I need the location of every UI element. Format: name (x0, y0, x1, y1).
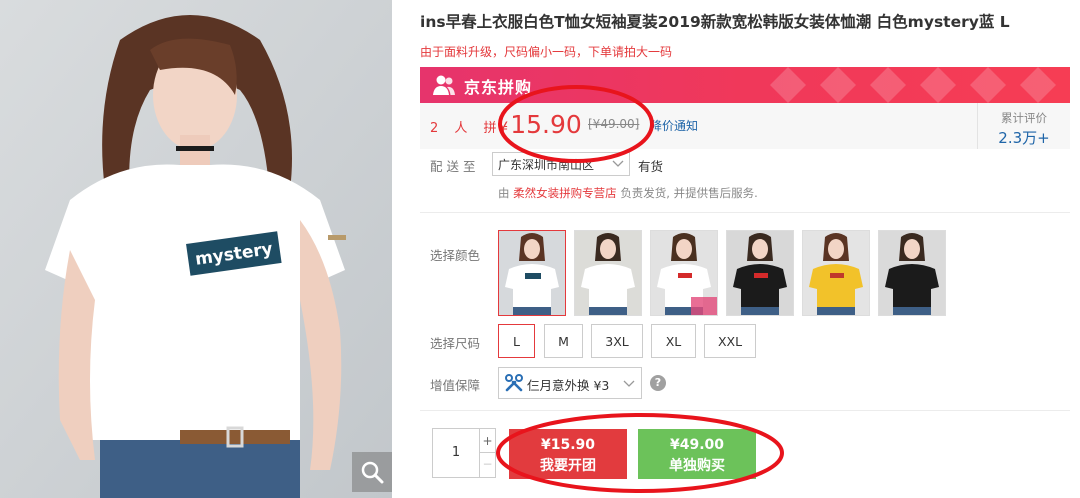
quantity-stepper: 1 + − (432, 428, 496, 478)
size-option-3xl[interactable]: 3XL (591, 324, 643, 358)
shop-suffix: 负责发货, 并提供售后服务. (620, 186, 758, 200)
wrench-icon (505, 374, 523, 392)
jd-pingou-banner: 京东拼购 (420, 67, 1070, 103)
quantity-minus-button[interactable]: − (479, 453, 495, 477)
single-buy-price: ¥49.00 (669, 437, 725, 453)
color-label: 选择颜色 (430, 248, 481, 263)
size-option-m[interactable]: M (544, 324, 583, 358)
chevron-down-icon (623, 380, 635, 387)
price-drop-notice-link[interactable]: 降价通知 (650, 117, 698, 134)
size-option-l[interactable]: L (498, 324, 535, 358)
single-buy-label: 单独购买 (669, 458, 725, 474)
product-main-image[interactable]: mystery (0, 0, 392, 498)
currency-symbol: ¥ (498, 118, 509, 137)
product-subtitle: 由于面料升级，尺码偏小一码，下单请拍大一码 (420, 45, 673, 59)
delivery-location-select[interactable]: 广东深圳市南山区 (492, 152, 630, 176)
delivery-location: 广东深圳市南山区 (498, 158, 595, 172)
banner-pattern (770, 67, 1056, 103)
price-row: 2 人 拼 ¥15.90 [¥49.00] 降价通知 累计评价 2.3万+ (420, 103, 1070, 149)
size-option-xxl[interactable]: XXL (704, 324, 756, 358)
review-summary[interactable]: 累计评价 2.3万+ (977, 103, 1070, 149)
group-price-value: 15.90 (510, 110, 582, 139)
divider (420, 410, 1070, 411)
color-option-black-red[interactable] (726, 230, 794, 316)
color-option-yellow[interactable] (802, 230, 870, 316)
help-icon[interactable]: ? (650, 375, 666, 391)
review-label: 累计评价 (1001, 111, 1047, 125)
color-option-black[interactable] (878, 230, 946, 316)
quantity-input[interactable]: 1 (433, 429, 479, 477)
shop-info: 由 柔然女装拼购专营店 负责发货, 并提供售后服务. (498, 185, 758, 201)
size-label: 选择尺码 (430, 336, 481, 351)
product-title: ins早春上衣服白色T恤女短袖夏装2019新款宽松韩版女装体恤潮 白色myste… (420, 13, 1010, 31)
stock-status: 有货 (638, 159, 664, 174)
service-option-text: 仨月意外换 ¥3 (527, 378, 610, 393)
shop-name-link[interactable]: 柔然女装拼购专营店 (513, 186, 617, 200)
group-buy-label: 我要开团 (540, 458, 596, 474)
group-buy-price: ¥15.90 (540, 437, 596, 453)
buy-alone-button[interactable]: ¥49.00 单独购买 (638, 429, 756, 479)
shop-prefix: 由 (498, 186, 510, 200)
review-count[interactable]: 2.3万+ (978, 127, 1070, 148)
color-option-white-mystery[interactable] (498, 230, 566, 316)
delivery-label: 配 送 至 (430, 159, 476, 174)
quantity-plus-button[interactable]: + (479, 429, 495, 453)
people-icon (433, 75, 455, 95)
zoom-button[interactable] (352, 452, 392, 492)
service-option-select[interactable]: 仨月意外换 ¥3 (498, 367, 642, 399)
group-price: ¥15.90 (498, 110, 582, 139)
original-price: [¥49.00] (588, 117, 640, 131)
magnifier-icon (361, 461, 384, 484)
start-group-buy-button[interactable]: ¥15.90 我要开团 (509, 429, 627, 479)
group-count-label: 2 人 拼 (430, 121, 503, 136)
divider (420, 212, 1070, 213)
chevron-down-icon (612, 160, 624, 167)
color-option-white-plain[interactable] (574, 230, 642, 316)
size-option-xl[interactable]: XL (651, 324, 696, 358)
color-option-white-red[interactable] (650, 230, 718, 316)
service-label: 增值保障 (430, 378, 481, 393)
banner-label: 京东拼购 (464, 78, 533, 97)
